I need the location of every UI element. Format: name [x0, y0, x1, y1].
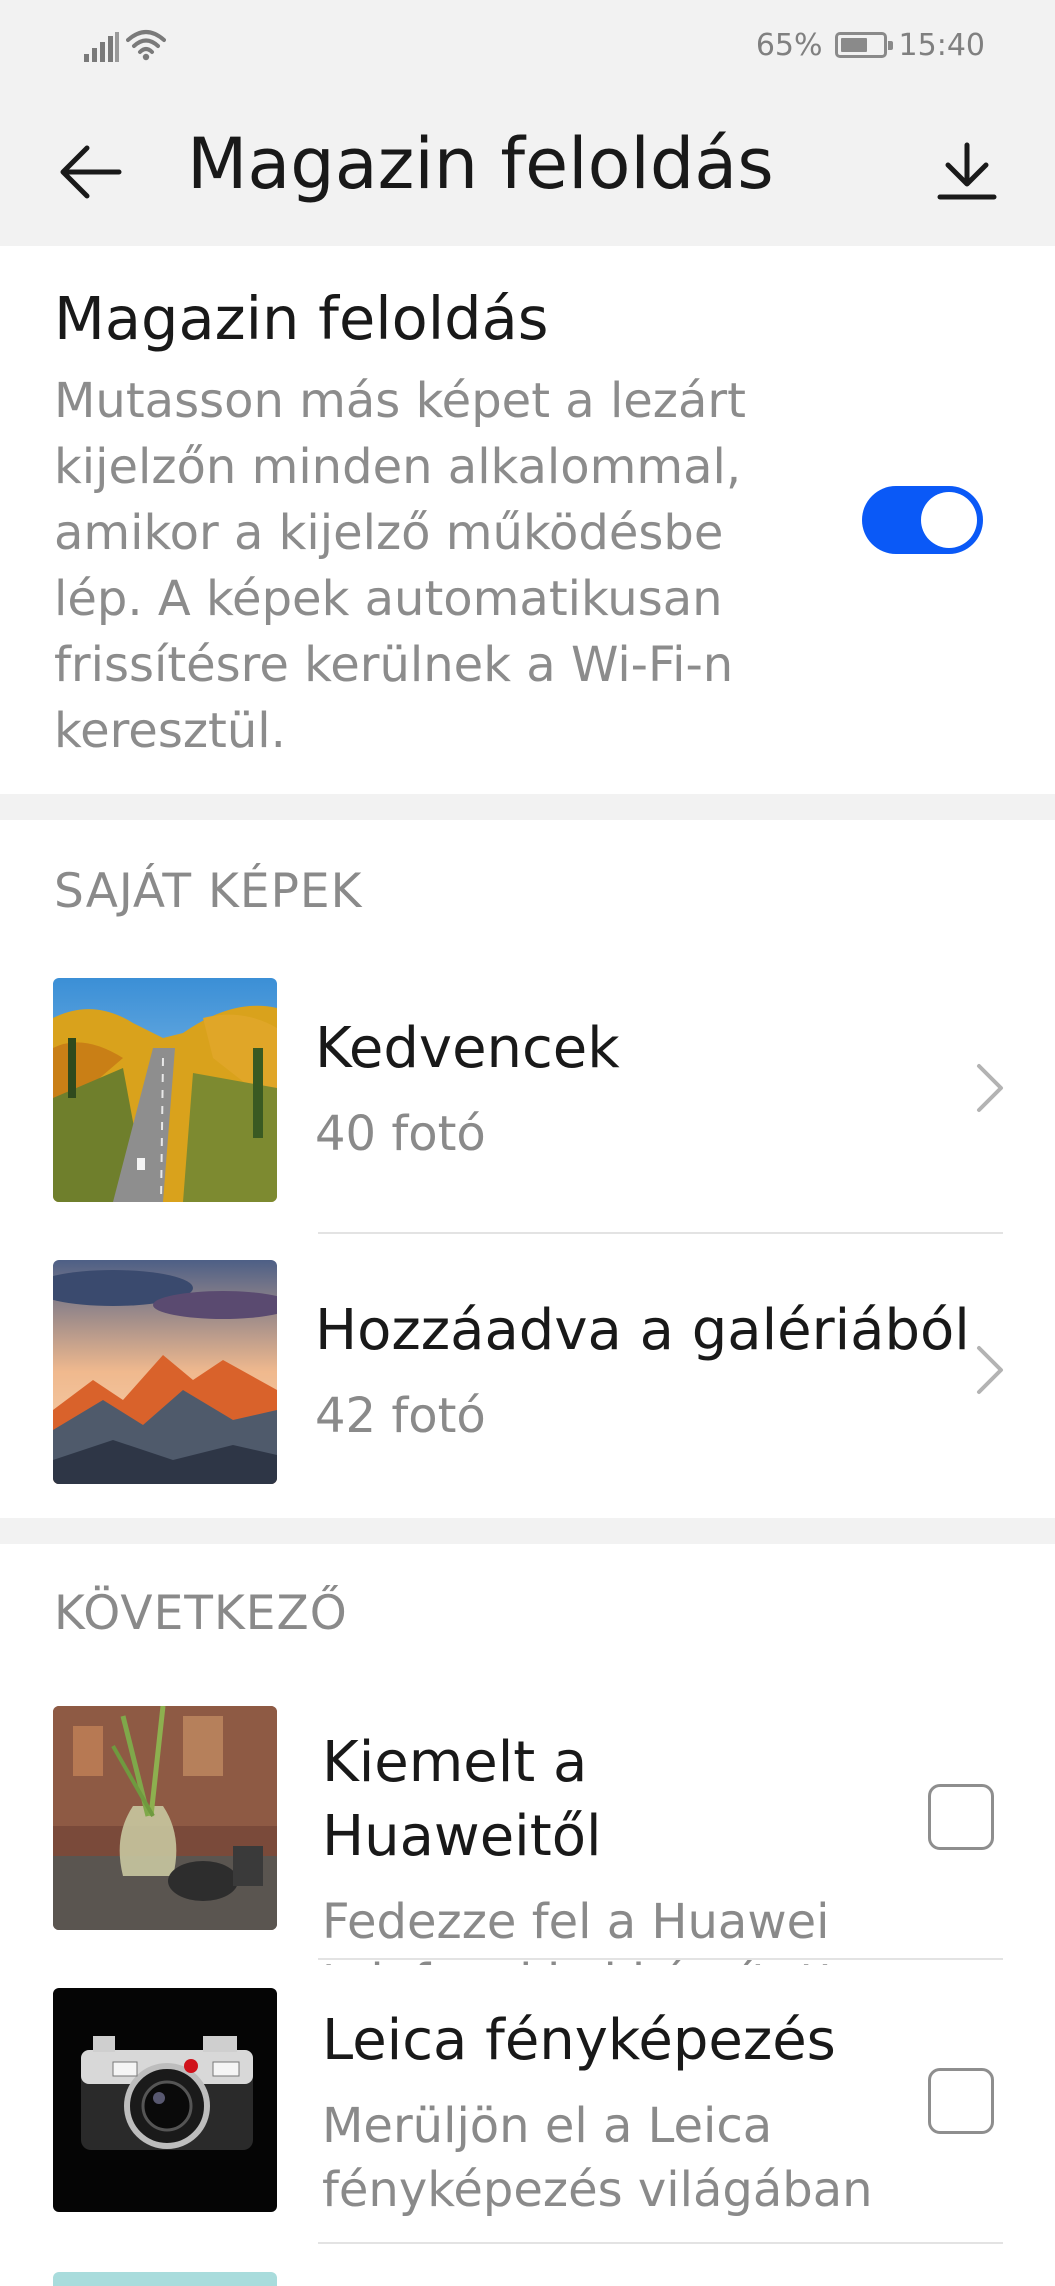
own-images-header: SAJÁT KÉPEK: [54, 864, 363, 919]
list-item-description-clip: Fedezze fel a Huawei telefonokkal készít…: [322, 1888, 882, 1965]
list-item-title-line-1: Kiemelt a: [322, 1730, 588, 1795]
magazine-unlock-switch[interactable]: [862, 486, 983, 554]
list-item-favorites[interactable]: Kedvencek 40 fotó: [0, 976, 1055, 1202]
list-item-gallery[interactable]: Hozzáadva a galériából 42 fotó: [0, 1258, 1055, 1484]
wifi-icon: [126, 30, 166, 61]
partial-thumbnail: [53, 2272, 277, 2286]
status-left: [84, 28, 166, 62]
mountain-sunset-thumbnail: [53, 1260, 277, 1484]
following-header: KÖVETKEZŐ: [54, 1586, 348, 1641]
battery-fill: [840, 38, 867, 52]
switch-knob: [921, 492, 977, 548]
battery-percent: 65%: [755, 27, 823, 63]
checkbox[interactable]: [928, 1784, 994, 1850]
list-item-title: Leica fényképezés: [322, 2008, 836, 2073]
app-bar: Magazin feloldás: [0, 92, 1055, 246]
checkbox[interactable]: [928, 2068, 994, 2134]
chevron-right-icon: [977, 1064, 1003, 1112]
divider: [318, 1232, 1003, 1234]
own-images-card: SAJÁT KÉPEK Kedvencek 40 fotó Hozzáadva …: [0, 820, 1055, 1518]
list-item-count: 40 fotó: [315, 1106, 486, 1162]
list-item-description-line-1: Merüljön el a Leica: [322, 2098, 773, 2154]
page-title: Magazin feloldás: [187, 123, 774, 205]
chevron-right-icon: [977, 1346, 1003, 1394]
list-item-title-line-2: Huaweitől: [322, 1804, 602, 1869]
signal-icon: [84, 32, 119, 62]
list-item-huawei-featured[interactable]: Kiemelt a Huaweitől Fedezze fel a Huawei…: [0, 1704, 1055, 1976]
back-button[interactable]: [50, 132, 130, 212]
list-item-title: Hozzáadva a galériából: [315, 1298, 970, 1363]
download-icon: [937, 142, 997, 200]
list-item-title: Kedvencek: [315, 1016, 620, 1081]
divider: [318, 2242, 1003, 2244]
list-item-partial[interactable]: [0, 2272, 1055, 2286]
magazine-unlock-title: Magazin feloldás: [54, 284, 549, 353]
status-right: 65% 15:40: [756, 24, 985, 66]
magazine-unlock-description: Mutasson más képet a lezárt kijelzőn min…: [54, 373, 746, 759]
plant-vase-thumbnail: [53, 1706, 277, 1930]
autumn-road-thumbnail: [53, 978, 277, 1202]
list-item-leica[interactable]: Leica fényképezés Merüljön el a Leica fé…: [0, 1986, 1055, 2218]
following-card: KÖVETKEZŐ Kiemelt a Huaweitől Fedezze fe…: [0, 1544, 1055, 2286]
divider: [318, 1958, 1003, 1960]
list-item-count: 42 fotó: [315, 1388, 486, 1444]
clock: 15:40: [898, 27, 985, 63]
status-bar: 65% 15:40: [0, 0, 1055, 92]
list-item-description-line-1: Fedezze fel a Huawei: [322, 1894, 830, 1950]
list-item-description-line-2: fényképezés világában: [322, 2162, 873, 2218]
magazine-unlock-card: Magazin feloldás Mutasson más képet a le…: [0, 246, 1055, 794]
arrow-left-icon: [60, 145, 122, 199]
download-button[interactable]: [931, 136, 1003, 208]
battery-icon: [834, 32, 893, 58]
screen: 65% 15:40 Magazin feloldás Magazin felol…: [0, 0, 1055, 2286]
leica-camera-thumbnail: [53, 1988, 277, 2212]
